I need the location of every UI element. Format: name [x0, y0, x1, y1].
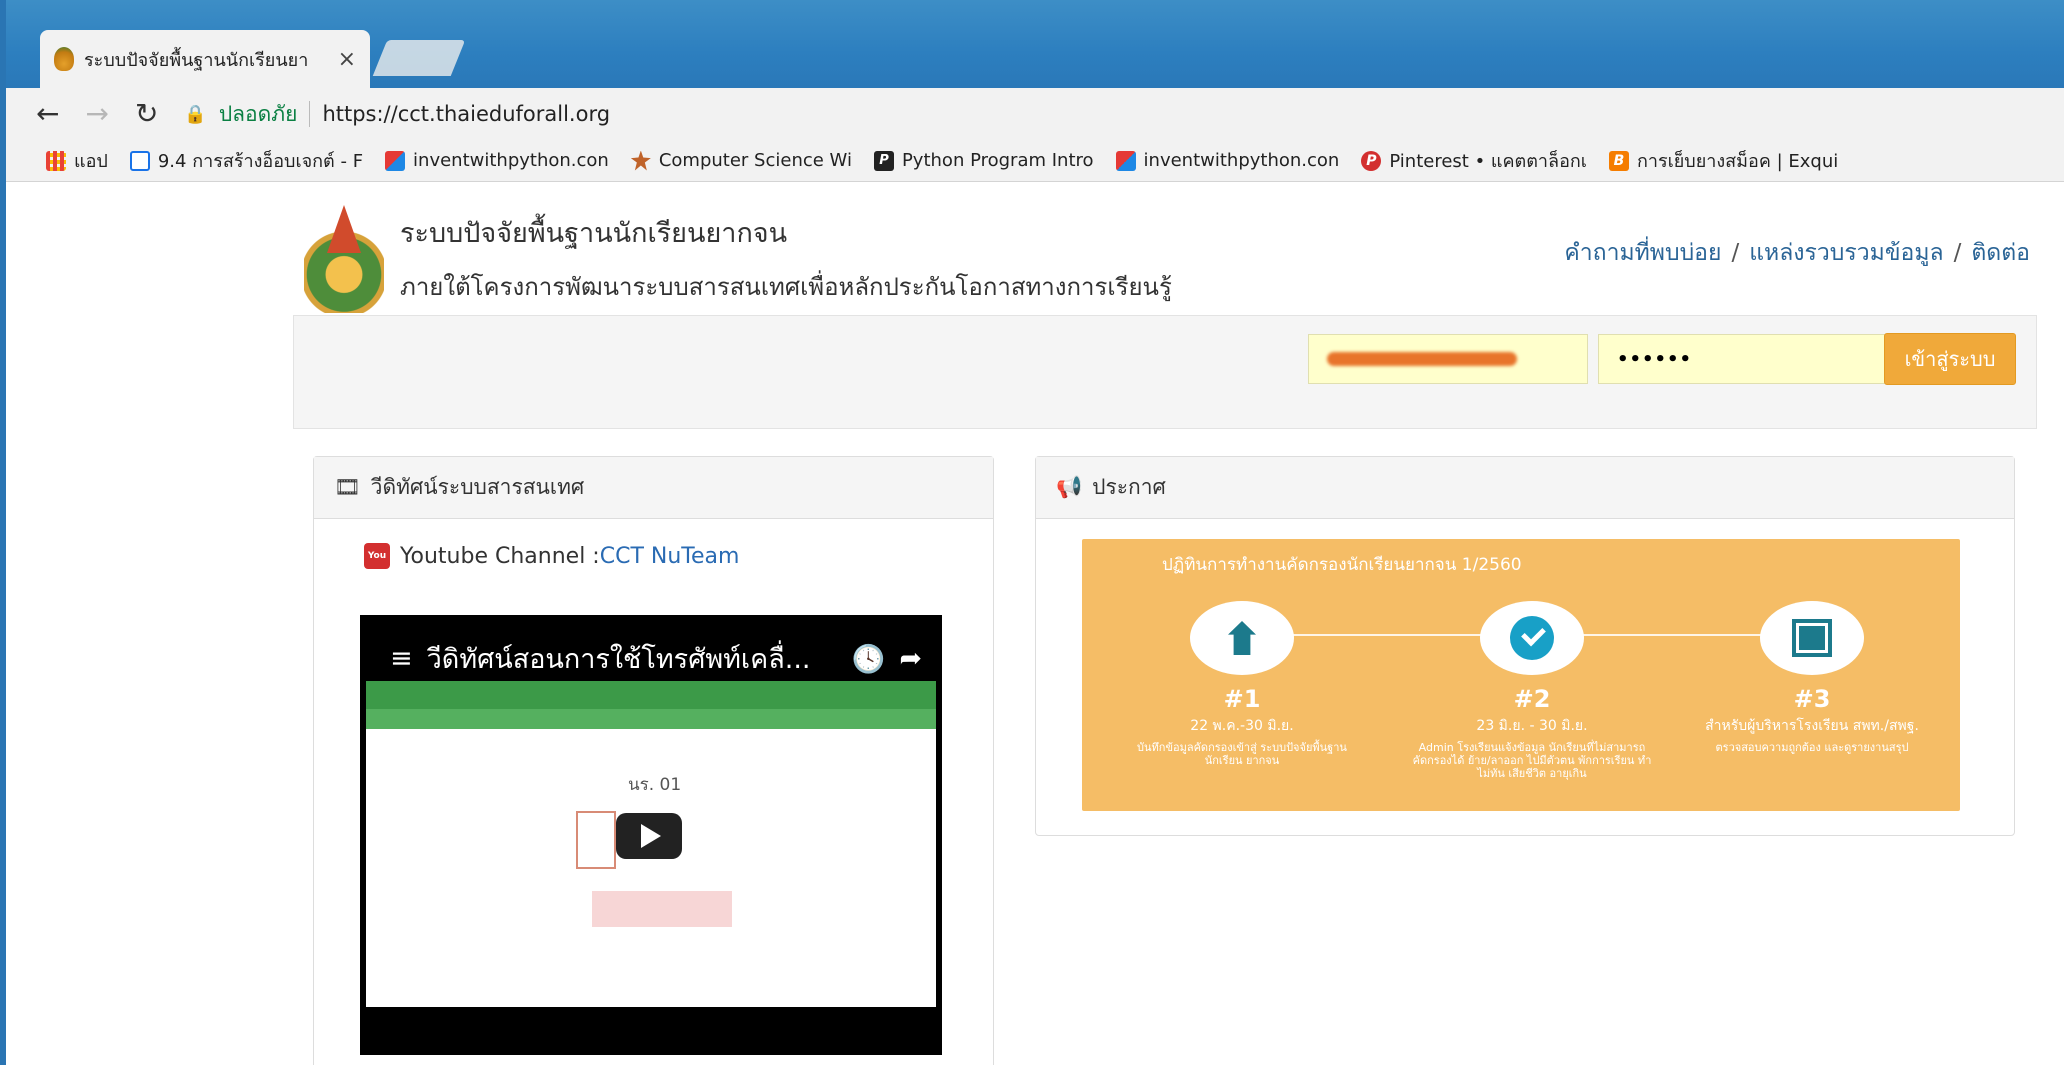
timeline-step-1: #1 22 พ.ค.-30 มิ.ย. บันทึกข้อมูลคัดกรองเ… [1122, 601, 1362, 767]
bookmark-item[interactable]: inventwithpython.con [385, 150, 609, 171]
timeline-step-3: #3 สำหรับผู้บริหารโรงเรียน สพท./สพฐ. ตรว… [1692, 601, 1932, 754]
site-title: ระบบปัจจัยพื้นฐานนักเรียนยากจน [400, 218, 788, 249]
top-nav: คำถามที่พบบ่อย / แหล่งรวบรวมข้อมูล / ติดต่อ [1564, 235, 2030, 271]
step-description: ตรวจสอบความถูกต้อง และดูรายงานสรุป [1715, 741, 1909, 754]
python-icon: P [873, 150, 894, 171]
browser-window: ระบบปัจจัยพื้นฐานนักเรียนยา × ← → ↻ 🔒 ปล… [0, 0, 2064, 1065]
apps-icon [46, 150, 66, 171]
bookmark-label: Python Program Intro [901, 150, 1094, 171]
play-button-icon[interactable] [616, 813, 682, 859]
step-number: #3 [1793, 685, 1831, 713]
bookmark-item[interactable]: Computer Science Wi [630, 150, 852, 171]
school-icon [1228, 621, 1256, 655]
nav-separator: / [1731, 240, 1740, 266]
video-panel-title: วีดิทัศน์ระบบสารสนเทศ [370, 475, 585, 499]
url-text: https://cct.thaieduforall.org [322, 102, 611, 126]
announcement-panel-title: ประกาศ [1092, 475, 1166, 499]
step-2-circle [1480, 601, 1584, 675]
password-input[interactable]: •••••• [1598, 334, 1886, 384]
bookmark-apps[interactable]: แอป [46, 146, 108, 175]
browser-toolbar: ← → ↻ 🔒 ปลอดภัย https://cct.thaieduforal… [6, 88, 2064, 140]
bookmarks-bar: แอป 9.4 การสร้างอ็อบเจกต์ - F inventwith… [6, 140, 2064, 182]
close-tab-icon[interactable]: × [338, 47, 356, 72]
banner-title: ปฏิทินการทำงานคัดกรองนักเรียนยากจน 1/256… [1162, 555, 1522, 575]
step-date: 23 มิ.ย. - 30 มิ.ย. [1476, 718, 1588, 734]
new-tab-button[interactable] [372, 40, 466, 76]
inventwithpython-icon [1115, 150, 1136, 171]
nav-separator: / [1953, 240, 1962, 266]
youtube-channel-prefix: Youtube Channel : [400, 543, 600, 569]
bookmark-label: 9.4 การสร้างอ็อบเจกต์ - F [157, 151, 364, 172]
login-button[interactable]: เข้าสู่ระบบ [1884, 333, 2016, 385]
step-number: #2 [1513, 685, 1551, 713]
step-description: Admin โรงเรียนแจ้งข้อมูล นักเรียนที่ไม่ส… [1412, 741, 1652, 780]
youtube-video-player[interactable]: ≡ วีดิทัศน์สอนการใช้โทรศัพท์เคลื่... 🕓 ➦… [360, 615, 942, 1055]
video-title-bar: ≡ วีดิทัศน์สอนการใช้โทรศัพท์เคลื่... 🕓 ➦ [390, 637, 922, 680]
timeline-step-2: #2 23 มิ.ย. - 30 มิ.ย. Admin โรงเรียนแจ้… [1412, 601, 1652, 780]
step-description: บันทึกข้อมูลคัดกรองเข้าสู่ ระบบปัจจัยพื้… [1137, 741, 1347, 767]
omnibox-divider [309, 101, 311, 127]
bookmark-label: การเย็บยางสม็อค | Exqui [1636, 151, 1839, 172]
step-date: สำหรับผู้บริหารโรงเรียน สพท./สพฐ. [1705, 718, 1919, 734]
playlist-icon[interactable]: ≡ [390, 643, 413, 674]
pinterest-icon: P [1361, 150, 1382, 171]
web-page: ระบบปัจจัยพื้นฐานนักเรียนยากจน ภายใต้โคร… [12, 183, 2064, 1065]
thumbnail-button [592, 891, 732, 927]
video-panel-header: 🎞 วีดิทัศน์ระบบสารสนเทศ [314, 457, 993, 519]
check-icon [1510, 616, 1554, 660]
leaf-icon [630, 150, 651, 171]
bookmark-label: Pinterest • แคตตาล็อกเ [1389, 151, 1587, 172]
thumbnail-label: นร. 01 [628, 775, 682, 795]
site-favicon-icon [54, 47, 74, 71]
share-icon[interactable]: ➦ [899, 643, 922, 674]
bookmark-item[interactable]: inventwithpython.con [1115, 150, 1340, 171]
address-bar[interactable]: 🔒 ปลอดภัย https://cct.thaieduforall.org [184, 98, 610, 131]
reload-icon[interactable]: ↻ [135, 100, 158, 128]
youtube-channel-line: You Youtube Channel : CCT NuTeam [364, 543, 739, 569]
redacted-username [1327, 352, 1517, 366]
blogger-icon: B [1608, 150, 1629, 171]
video-panel: 🎞 วีดิทัศน์ระบบสารสนเทศ You Youtube Chan… [313, 456, 994, 1065]
bookmark-label: Computer Science Wi [658, 150, 852, 171]
announcement-panel-header: 📢 ประกาศ [1036, 457, 2014, 519]
bookmark-item[interactable]: 9.4 การสร้างอ็อบเจกต์ - F [129, 146, 364, 175]
step-date: 22 พ.ค.-30 มิ.ย. [1190, 718, 1294, 734]
inventwithpython-icon [385, 150, 406, 171]
film-icon: 🎞 [334, 475, 361, 499]
bookmark-item[interactable]: B การเย็บยางสม็อค | Exqui [1608, 146, 1839, 175]
site-subtitle: ภายใต้โครงการพัฒนาระบบสารสนเทศเพื่อหลักป… [400, 273, 1172, 301]
username-input[interactable] [1308, 334, 1588, 384]
calendar-banner[interactable]: ปฏิทินการทำงานคัดกรองนักเรียนยากจน 1/256… [1082, 539, 1960, 811]
forward-arrow-icon[interactable]: → [85, 100, 108, 128]
bookmark-label: แอป [74, 151, 108, 172]
lock-icon: 🔒 [184, 103, 207, 125]
step-number: #1 [1223, 685, 1261, 713]
login-bar: •••••• เข้าสู่ระบบ [293, 315, 2037, 429]
video-title: วีดิทัศน์สอนการใช้โทรศัพท์เคลื่... [426, 644, 811, 675]
browser-tab[interactable]: ระบบปัจจัยพื้นฐานนักเรียนยา × [40, 30, 370, 88]
document-icon [1792, 619, 1832, 657]
tab-strip: ระบบปัจจัยพื้นฐานนักเรียนยา × [6, 0, 2064, 88]
bookmark-label: inventwithpython.con [413, 150, 609, 171]
back-arrow-icon[interactable]: ← [36, 100, 59, 128]
thumbnail-subbar [366, 709, 936, 729]
youtube-icon: You [364, 543, 390, 569]
bookmark-item[interactable]: P Pinterest • แคตตาล็อกเ [1361, 146, 1587, 175]
announcement-panel: 📢 ประกาศ ปฏิทินการทำงานคัดกรองนักเรียนยา… [1035, 456, 2015, 836]
page-icon [129, 150, 150, 171]
step-1-circle [1190, 601, 1294, 675]
nav-faq-link[interactable]: คำถามที่พบบ่อย [1564, 240, 1721, 266]
secure-label: ปลอดภัย [218, 101, 298, 126]
bookmark-item[interactable]: P Python Program Intro [873, 150, 1094, 171]
watch-later-icon[interactable]: 🕓 [852, 643, 886, 675]
youtube-channel-link[interactable]: CCT NuTeam [600, 544, 740, 569]
thumbnail-appbar [366, 681, 936, 709]
nav-sources-link[interactable]: แหล่งรวบรวมข้อมูล [1749, 240, 1943, 266]
thumbnail-card [576, 811, 616, 869]
megaphone-icon: 📢 [1056, 475, 1083, 499]
bookmark-label: inventwithpython.con [1143, 150, 1340, 171]
step-3-circle [1760, 601, 1864, 675]
tab-title: ระบบปัจจัยพื้นฐานนักเรียนยา [84, 49, 309, 71]
nav-contact-link[interactable]: ติดต่อ [1971, 240, 2030, 266]
